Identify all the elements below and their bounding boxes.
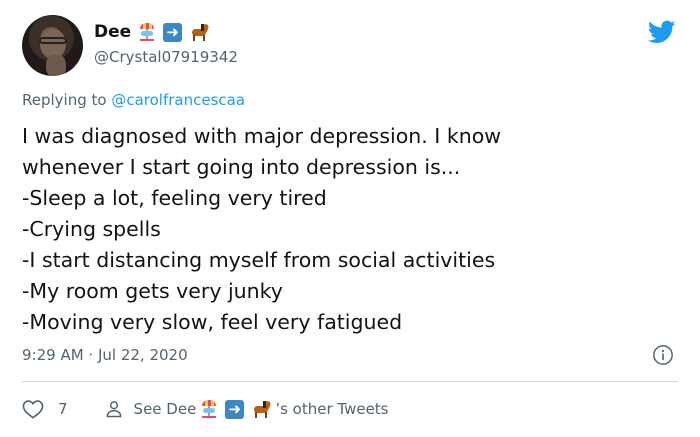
twitter-bird-icon[interactable] (646, 18, 678, 46)
right-arrow-icon: ➜ (225, 399, 245, 419)
see-other-tweets-prefix: See Dee (133, 400, 197, 418)
see-other-tweets-link[interactable]: See Dee ➜ ’s other Tweets (134, 399, 389, 419)
avatar-glasses (39, 37, 67, 44)
avatar[interactable] (22, 15, 83, 76)
horse-icon (250, 399, 272, 419)
divider (22, 381, 678, 382)
tweet-line: -My room gets very junky (22, 279, 283, 303)
tweet-line: -Crying spells (22, 217, 161, 241)
reply-mention-link[interactable]: @carolfrancescaa (111, 91, 245, 109)
author-name[interactable]: Dee (94, 22, 131, 42)
tweet-line: -Sleep a lot, feeling very tired (22, 186, 327, 210)
tweet-line: I was diagnosed with major depression. I… (22, 124, 502, 148)
tweet-timestamp[interactable]: 9:29 AM · Jul 22, 2020 (22, 346, 188, 364)
carousel-horse-icon (137, 22, 157, 42)
tweet-line: -I start distancing myself from social a… (22, 248, 496, 272)
like-count: 7 (58, 400, 68, 418)
person-icon (106, 401, 121, 418)
author-name-row[interactable]: Dee ➜ (94, 20, 210, 44)
like-heart-icon[interactable] (22, 399, 44, 419)
right-arrow-icon: ➜ (163, 22, 183, 42)
horse-icon (188, 22, 210, 42)
info-icon[interactable] (652, 344, 674, 366)
tweet-line: -Moving very slow, feel very fatigued (22, 310, 403, 334)
tweet-footer: 7 See Dee ➜ ’s other Tweets (22, 395, 389, 423)
replying-to-label: Replying to (22, 91, 112, 109)
carousel-horse-icon (199, 399, 219, 419)
author-handle[interactable]: @Crystal07919342 (94, 48, 238, 66)
tweet-line: whenever I start going into depression i… (22, 155, 461, 179)
replying-to-line: Replying to @carolfrancescaa (22, 91, 245, 109)
see-other-tweets-suffix: ’s other Tweets (275, 400, 389, 418)
avatar-hand (46, 55, 66, 76)
tweet-text: I was diagnosed with major depression. I… (22, 121, 682, 338)
